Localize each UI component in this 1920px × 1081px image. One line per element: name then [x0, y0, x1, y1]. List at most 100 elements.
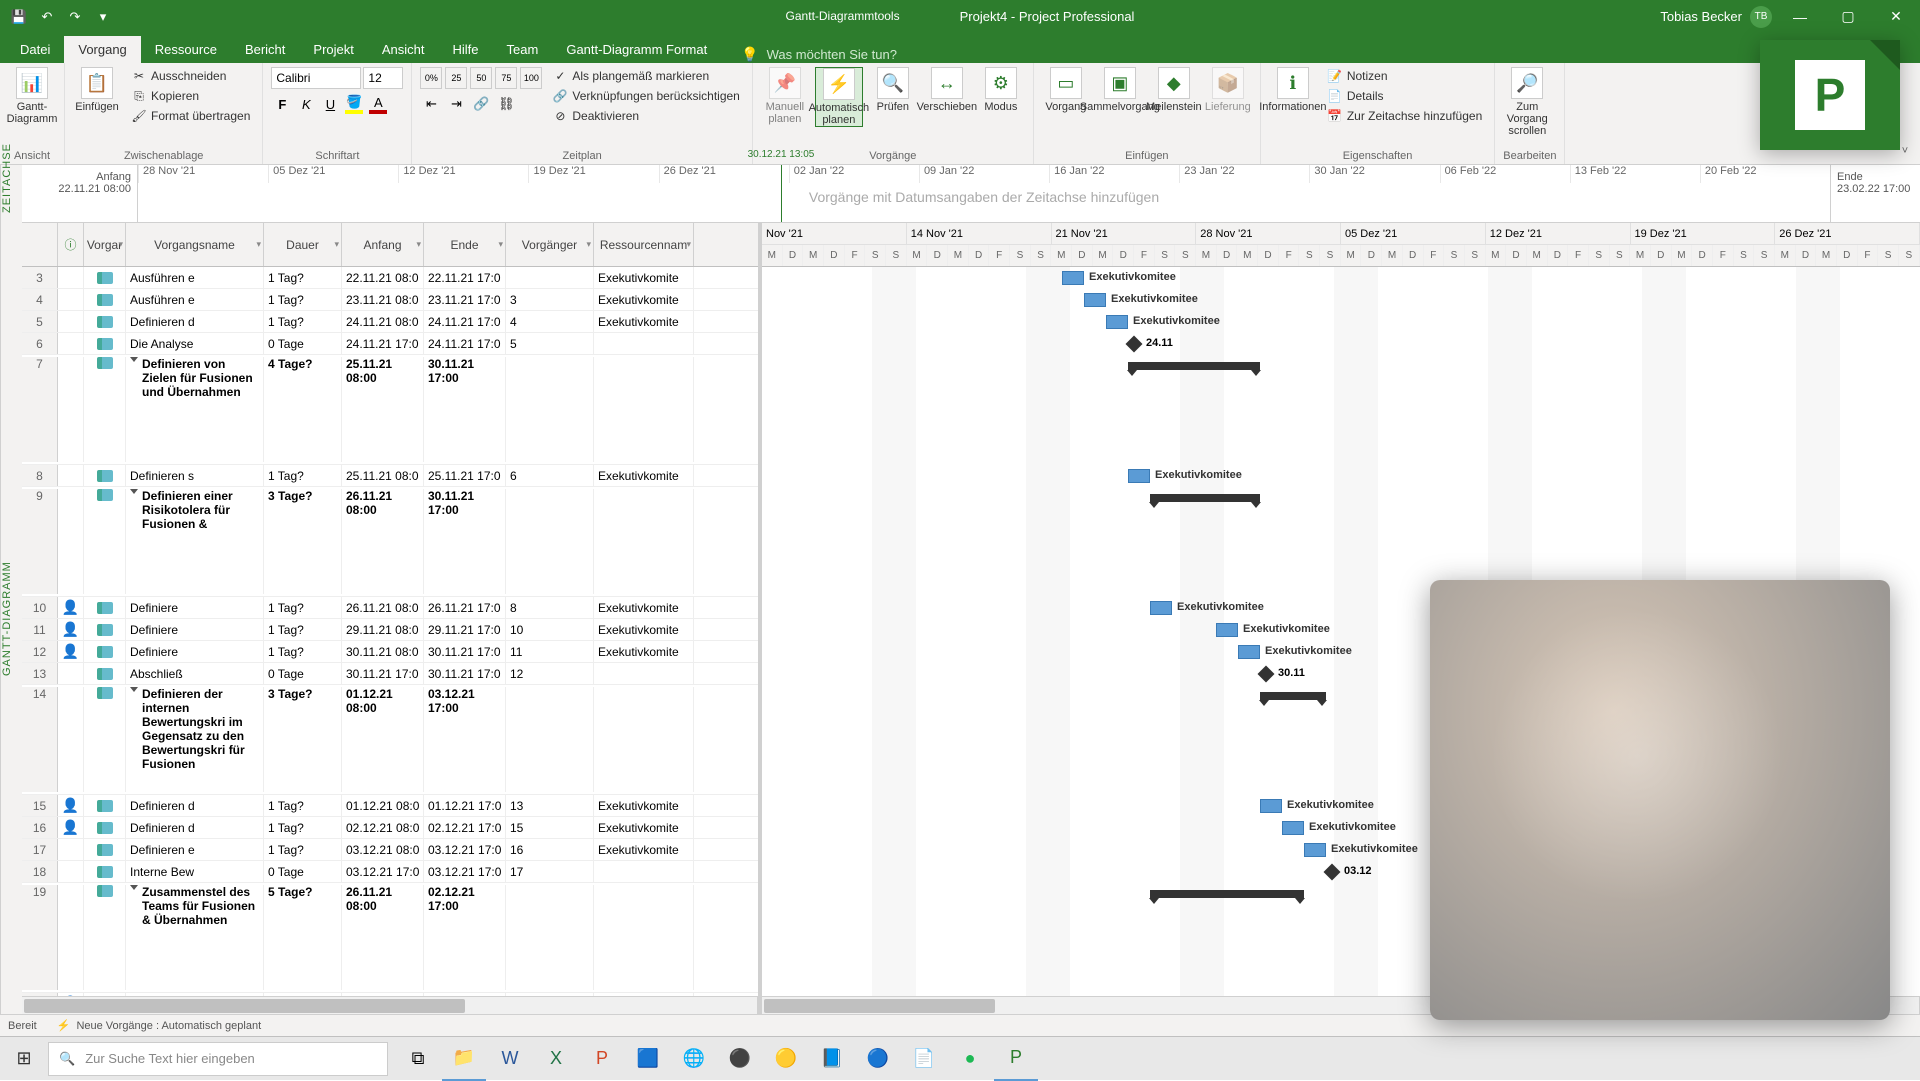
end-cell[interactable]: 26.11.21 17:0: [424, 597, 506, 618]
project-icon[interactable]: P: [994, 1037, 1038, 1081]
cut-button[interactable]: ✂Ausschneiden: [127, 67, 254, 85]
name-cell[interactable]: Interne Bew: [126, 861, 264, 882]
insert-summary-button[interactable]: ▣ Sammelvorgang: [1096, 67, 1144, 113]
gantt-side-tab[interactable]: GANTT-DIAGRAMM: [0, 223, 22, 1014]
deactivate-button[interactable]: ⊘Deaktivieren: [548, 107, 743, 125]
task-row[interactable]: 4Ausführen e1 Tag?23.11.21 08:023.11.21 …: [22, 289, 758, 311]
predecessor-cell[interactable]: 12: [506, 663, 594, 684]
predecessor-cell[interactable]: 5: [506, 333, 594, 354]
progress-75-button[interactable]: 75: [495, 67, 517, 89]
collapse-icon[interactable]: [130, 687, 138, 692]
chrome-icon[interactable]: 🌐: [672, 1037, 716, 1081]
tab-format[interactable]: Gantt-Diagramm Format: [552, 36, 721, 63]
end-cell[interactable]: 03.12.21 17:00: [424, 687, 506, 792]
summary-bar[interactable]: [1260, 692, 1326, 700]
start-cell[interactable]: 01.12.21 08:00: [342, 687, 424, 792]
start-cell[interactable]: 25.11.21 08:00: [342, 357, 424, 462]
end-cell[interactable]: 02.12.21 17:00: [424, 885, 506, 990]
predecessor-cell[interactable]: 4: [506, 311, 594, 332]
task-row[interactable]: 7Definieren von Zielen für Fusionen und …: [22, 355, 758, 465]
name-cell[interactable]: Definieren d: [126, 311, 264, 332]
end-cell[interactable]: 23.11.21 17:0: [424, 289, 506, 310]
col-resource[interactable]: Ressourcennam▾: [594, 223, 694, 266]
name-cell[interactable]: Definiere: [126, 597, 264, 618]
user-avatar[interactable]: TB: [1750, 6, 1772, 28]
mode-cell[interactable]: [84, 861, 126, 882]
row-number[interactable]: 16: [22, 817, 58, 838]
mode-cell[interactable]: [84, 619, 126, 640]
fill-color-button[interactable]: 🪣: [343, 93, 365, 115]
col-end[interactable]: Ende▾: [424, 223, 506, 266]
row-number[interactable]: 9: [22, 489, 58, 594]
progress-100-button[interactable]: 100: [520, 67, 542, 89]
mode-cell[interactable]: [84, 357, 126, 462]
predecessor-cell[interactable]: 15: [506, 817, 594, 838]
row-number[interactable]: 15: [22, 795, 58, 816]
col-rownum[interactable]: [22, 223, 58, 266]
row-number[interactable]: 11: [22, 619, 58, 640]
gantt-row[interactable]: Exekutivkomitee: [762, 267, 1920, 289]
manual-schedule-button[interactable]: 📌 Manuell planen: [761, 67, 809, 125]
obs-icon[interactable]: ⚫: [718, 1037, 762, 1081]
start-cell[interactable]: 26.11.21 08:0: [342, 597, 424, 618]
duration-cell[interactable]: 1 Tag?: [264, 795, 342, 816]
task-bar[interactable]: Exekutivkomitee: [1238, 645, 1260, 659]
predecessor-cell[interactable]: 3: [506, 289, 594, 310]
start-cell[interactable]: 29.11.21 08:0: [342, 619, 424, 640]
edge-icon[interactable]: 🔵: [856, 1037, 900, 1081]
task-row[interactable]: 16👤Definieren d1 Tag?02.12.21 08:002.12.…: [22, 817, 758, 839]
start-cell[interactable]: 25.11.21 08:0: [342, 465, 424, 486]
copy-button[interactable]: ⎘Kopieren: [127, 87, 254, 105]
collapse-icon[interactable]: [130, 357, 138, 362]
row-number[interactable]: 10: [22, 597, 58, 618]
mode-cell[interactable]: [84, 663, 126, 684]
resource-cell[interactable]: [594, 489, 694, 594]
task-bar[interactable]: Exekutivkomitee: [1150, 601, 1172, 615]
task-row[interactable]: 18Interne Bew0 Tage03.12.21 17:003.12.21…: [22, 861, 758, 883]
font-color-button[interactable]: A: [367, 93, 389, 115]
explorer-icon[interactable]: 📁: [442, 1037, 486, 1081]
scroll-to-task-button[interactable]: 🔎 Zum Vorgang scrollen: [1503, 67, 1551, 137]
resource-cell[interactable]: [594, 333, 694, 354]
mode-cell[interactable]: [84, 641, 126, 662]
summary-bar[interactable]: [1150, 890, 1304, 898]
duration-cell[interactable]: 3 Tage?: [264, 489, 342, 594]
end-cell[interactable]: 03.12.21 17:0: [424, 839, 506, 860]
duration-cell[interactable]: 1 Tag?: [264, 311, 342, 332]
tab-report[interactable]: Bericht: [231, 36, 299, 63]
gantt-row[interactable]: [762, 355, 1920, 465]
end-cell[interactable]: 24.11.21 17:0: [424, 333, 506, 354]
name-cell[interactable]: Definiere: [126, 641, 264, 662]
end-cell[interactable]: 30.11.21 17:00: [424, 357, 506, 462]
tell-me-search[interactable]: 💡 Was möchten Sie tun?: [741, 46, 897, 63]
end-cell[interactable]: 22.11.21 17:0: [424, 267, 506, 288]
row-number[interactable]: 19: [22, 885, 58, 990]
mode-cell[interactable]: [84, 311, 126, 332]
name-cell[interactable]: Definieren e: [126, 839, 264, 860]
end-cell[interactable]: 03.12.21 17:0: [424, 861, 506, 882]
collapse-icon[interactable]: [130, 885, 138, 890]
paste-button[interactable]: 📋 Einfügen: [73, 67, 121, 113]
notes-button[interactable]: 📝Notizen: [1323, 67, 1486, 85]
close-button[interactable]: ✕: [1876, 0, 1916, 33]
task-row[interactable]: 3Ausführen e1 Tag?22.11.21 08:022.11.21 …: [22, 267, 758, 289]
collapse-icon[interactable]: [130, 489, 138, 494]
gantt-row[interactable]: Exekutivkomitee: [762, 311, 1920, 333]
predecessor-cell[interactable]: [506, 489, 594, 594]
duration-cell[interactable]: 1 Tag?: [264, 267, 342, 288]
predecessor-cell[interactable]: 17: [506, 861, 594, 882]
end-cell[interactable]: 30.11.21 17:0: [424, 641, 506, 662]
gantt-row[interactable]: Exekutivkomitee: [762, 289, 1920, 311]
powerpoint-icon[interactable]: P: [580, 1037, 624, 1081]
insert-milestone-button[interactable]: ◆ Meilenstein: [1150, 67, 1198, 113]
col-duration[interactable]: Dauer▾: [264, 223, 342, 266]
predecessor-cell[interactable]: 6: [506, 465, 594, 486]
bold-button[interactable]: F: [271, 93, 293, 115]
duration-cell[interactable]: 0 Tage: [264, 663, 342, 684]
font-name-input[interactable]: [271, 67, 361, 89]
predecessor-cell[interactable]: 10: [506, 619, 594, 640]
tab-task[interactable]: Vorgang: [64, 36, 140, 63]
format-painter-button[interactable]: 🖌Format übertragen: [127, 107, 254, 125]
start-cell[interactable]: 01.12.21 08:0: [342, 795, 424, 816]
name-cell[interactable]: Definieren von Zielen für Fusionen und Ü…: [126, 357, 264, 462]
